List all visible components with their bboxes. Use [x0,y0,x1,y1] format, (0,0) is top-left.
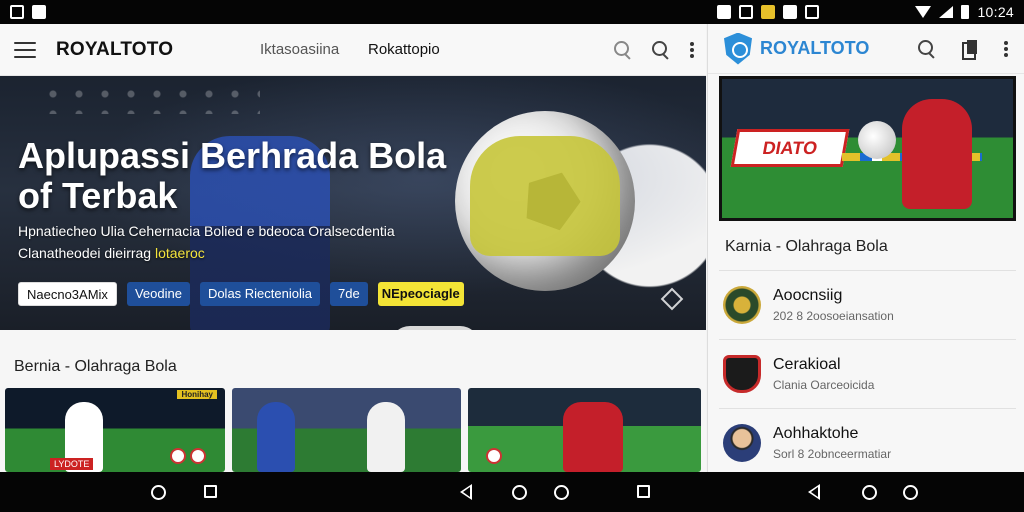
hero-chips: Naecno3AMix Veodine Dolas Riecteniolia 7… [18,282,464,306]
list-item-subtitle: 202 8 2oosoeiansation [773,309,894,323]
list-item[interactable]: Aohhaktohe Sorl 8 2obnceermatiar [719,408,1016,472]
hero-subtitle-line-2: Clanatheodei dieirrag [18,245,155,261]
recents-button[interactable] [204,485,217,498]
hero-subtitle-line-1: Hpnatiecheo Ulia Cehernacia Bolied e bde… [18,223,395,239]
chip-2[interactable]: Veodine [126,282,190,306]
left-app-window: ROYALTOTO Iktasoasiina Rokattopio Aplupa… [0,24,706,472]
section-title: Karnia - Olahraga Bola [725,238,888,255]
brand-logo[interactable]: ROYALTOTO [56,39,173,61]
gallery-icon [10,5,24,19]
list-item[interactable]: Cerakioal Clania Oarceoicida [719,339,1016,408]
search-icon[interactable] [918,40,936,58]
thumbnail-2[interactable] [232,388,461,472]
chip-3[interactable]: Dolas Riecteniolia [199,282,320,306]
thumbnail-3[interactable] [468,388,701,472]
club-crest-icon [723,286,761,324]
section-title: Bernia - Olahraga Bola [14,358,177,375]
ball-image [858,121,896,159]
chip-5[interactable]: NEpeociagle [377,282,464,306]
wifi-icon [915,6,932,18]
app-notification-icon-3 [761,5,776,19]
menu-icon[interactable] [14,41,36,58]
stadium-lights [40,84,260,114]
app-bar: ROYALTOTO [708,24,1024,74]
home-button-2[interactable] [512,485,527,500]
search-icon[interactable] [652,41,670,59]
list-item[interactable]: Aoocnsiig 202 8 2oosoeiansation [719,270,1016,339]
system-navigation-bar [0,472,1024,512]
club-crest-icon [723,355,761,393]
thumbnail-badge: LYDOTE [50,458,94,470]
share-icon[interactable] [660,287,684,311]
shield-logo-icon [724,32,752,65]
player-figure [563,402,623,472]
list-item-subtitle: Clania Oarceoicida [773,378,875,392]
home-button-3[interactable] [862,485,877,500]
more-options-icon[interactable] [1004,41,1008,57]
nav-link-1[interactable]: Iktasoasiina [260,41,339,58]
back-button[interactable] [460,484,472,500]
nav-link-2[interactable]: Rokattopio [368,41,440,58]
clock: 10:24 [977,4,1014,20]
list-item-title: Cerakioal [773,356,841,373]
assistant-button[interactable] [554,485,569,500]
featured-banner: DIATO [730,129,850,167]
list-item-subtitle: Sorl 8 2obnceermatiar [773,447,892,461]
hero-subtitle-highlight: lotaeroc [154,245,205,261]
player-figure [902,99,972,209]
status-bar: 10:24 [0,0,1024,24]
player-figure [367,402,405,472]
brand-logo[interactable]: ROYALTOTO [760,38,869,59]
hero-title: Aplupassi Berhrada Bola of Terbak [18,135,447,216]
list-item-title: Aoocnsiig [773,287,843,304]
back-button-2[interactable] [808,484,820,500]
player-figure [257,402,295,472]
notification-icon [32,5,46,19]
list-item-title: Aohhaktohe [773,425,859,442]
thumbnail-1[interactable]: LYDOTE Honihay [5,388,225,472]
team-list: Aoocnsiig 202 8 2oosoeiansation Cerakioa… [719,270,1016,472]
hero-shoe-image [390,326,480,330]
app-bar: ROYALTOTO Iktasoasiina Rokattopio [0,24,706,76]
recents-button-2[interactable] [637,485,650,498]
hero-player-image-2 [470,136,620,256]
documents-icon[interactable] [962,40,978,60]
featured-image[interactable]: DIATO [719,76,1016,221]
app-notification-icon [717,5,732,19]
app-notification-icon-4 [783,5,798,19]
right-app-window: ROYALTOTO DIATO Karnia - Olahraga Bola A… [707,24,1024,472]
battery-icon [961,5,970,19]
search-icon-secondary[interactable] [614,41,632,59]
hero-banner[interactable]: Aplupassi Berhrada Bola of Terbak Hpnati… [0,76,706,330]
hero-subtitle: Hpnatiecheo Ulia Cehernacia Bolied e bde… [18,220,448,264]
app-notification-icon-2 [739,5,754,19]
ball-image [190,448,206,464]
screen: 10:24 ROYALTOTO Iktasoasiina Rokattopio … [0,0,1024,512]
ball-image [170,448,186,464]
player-avatar [723,424,761,462]
thumbnail-top-badge: Honihay [177,390,217,399]
ball-image [486,448,502,464]
chip-4[interactable]: 7de [330,282,368,306]
home-button[interactable] [151,485,166,500]
thumbnail-row: LYDOTE Honihay [5,388,701,472]
more-options-icon[interactable] [690,42,694,58]
app-notification-icon-5 [805,5,820,19]
assistant-button-2[interactable] [903,485,918,500]
chip-1[interactable]: Naecno3AMix [18,282,117,306]
signal-icon [939,6,954,18]
